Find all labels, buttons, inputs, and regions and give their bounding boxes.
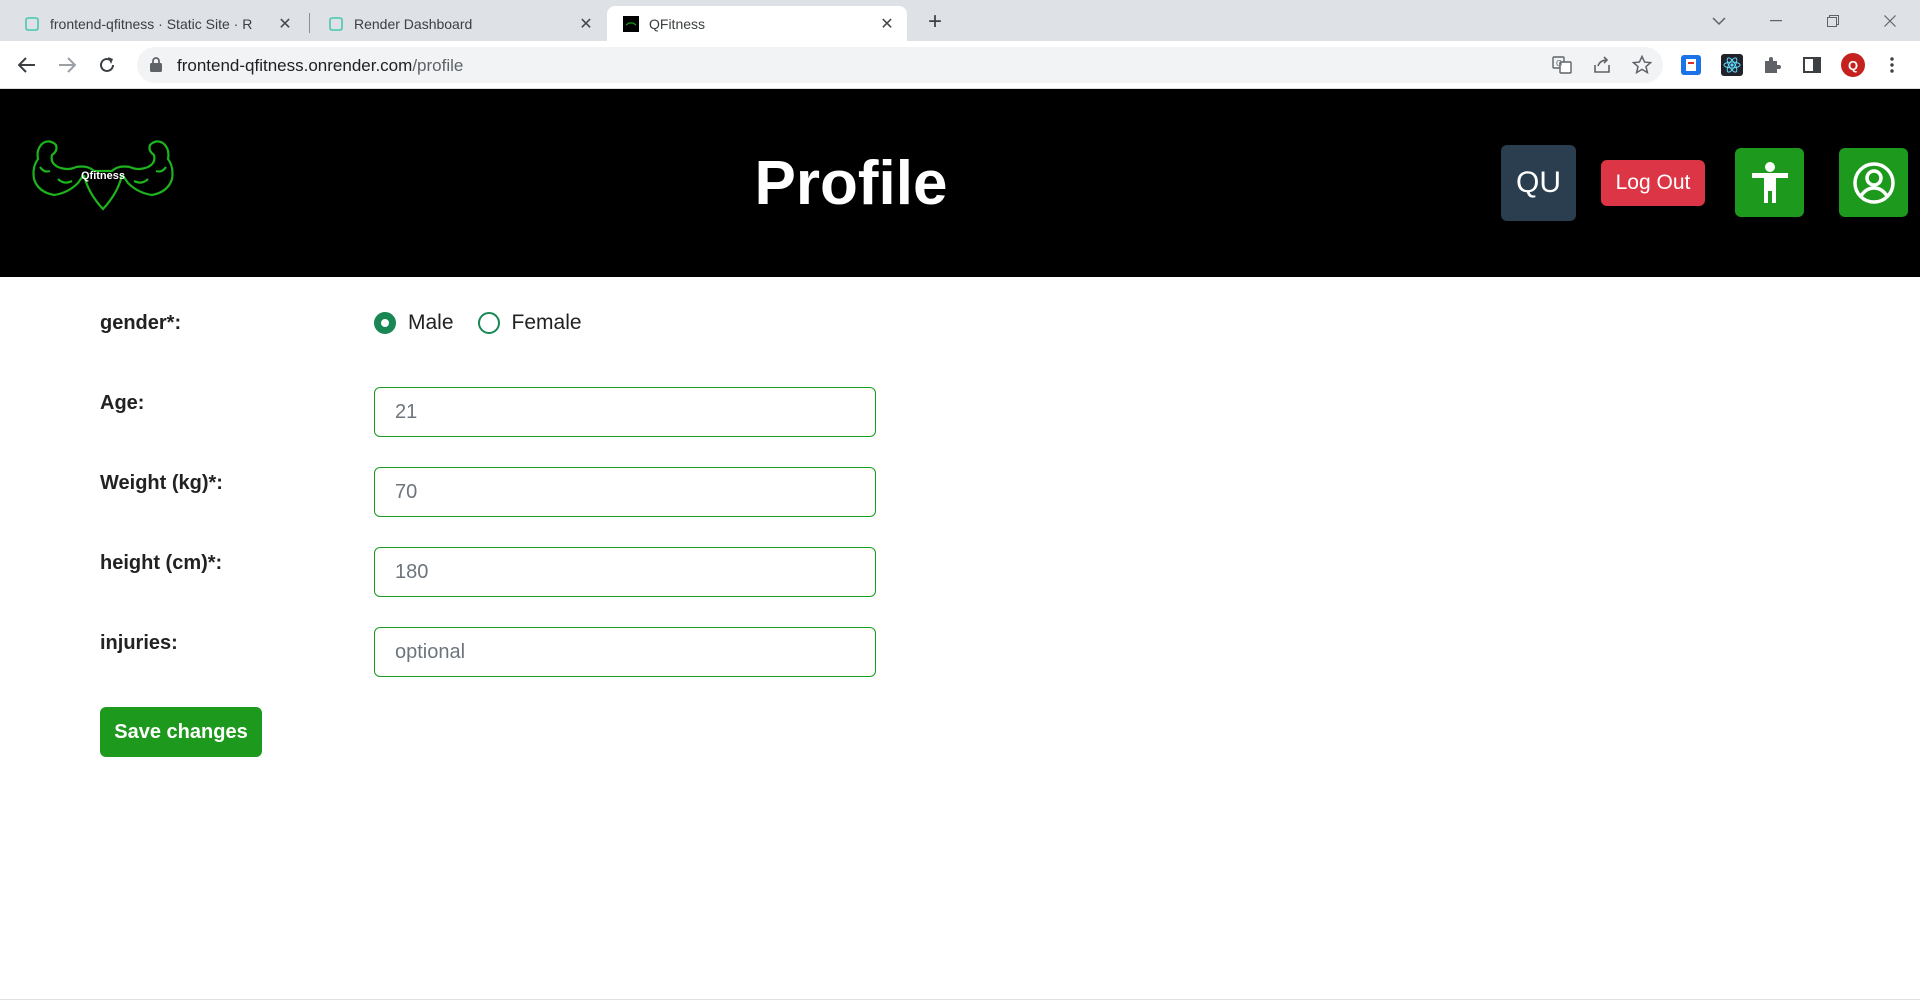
injuries-label: injuries: (100, 632, 178, 654)
address-bar[interactable]: frontend-qfitness.onrender.com/profile G (137, 47, 1663, 83)
translate-icon[interactable]: G (1551, 54, 1573, 76)
gender-radio-group: Male Female (374, 311, 606, 335)
age-label: Age: (100, 392, 145, 414)
browser-tab-static-site[interactable]: frontend-qfitness · Static Site · R ✕ (0, 6, 305, 41)
female-radio-label[interactable]: Female (512, 311, 582, 335)
close-tab-icon[interactable]: ✕ (576, 14, 596, 34)
save-changes-button[interactable]: Save changes (100, 707, 262, 757)
tab-title: QFitness (649, 15, 706, 32)
url-path: /profile (412, 56, 464, 75)
fitness-person-icon (1751, 161, 1788, 203)
gender-label: gender*: (100, 312, 182, 334)
user-initials-button[interactable]: QU (1501, 145, 1576, 221)
svg-text:G: G (1556, 59, 1562, 68)
page-divider (0, 999, 1920, 1000)
gender-option-male[interactable]: Male (374, 311, 454, 335)
female-radio[interactable] (477, 312, 500, 334)
gender-option-female[interactable]: Female (477, 311, 582, 335)
restore-button[interactable] (1805, 0, 1861, 41)
tab-title: Render Dashboard (354, 15, 473, 32)
close-window-button[interactable] (1862, 0, 1918, 41)
weight-label: Weight (kg)*: (100, 472, 223, 494)
url-text[interactable]: frontend-qfitness.onrender.com/profile (177, 56, 463, 76)
close-tab-icon[interactable]: ✕ (877, 14, 897, 34)
back-arrow-icon[interactable] (11, 49, 43, 81)
new-tab-button[interactable]: + (921, 8, 949, 36)
browser-tab-strip: frontend-qfitness · Static Site · R ✕ Re… (0, 0, 1920, 41)
male-radio[interactable] (374, 312, 396, 334)
bookmark-star-icon[interactable] (1631, 54, 1653, 76)
browser-tab-render-dashboard[interactable]: Render Dashboard ✕ (304, 6, 606, 41)
tab-search-icon[interactable] (1691, 0, 1747, 41)
share-icon[interactable] (1591, 54, 1613, 76)
tab-title: frontend-qfitness · Static Site · R (50, 15, 253, 32)
minimize-button[interactable] (1748, 0, 1804, 41)
browser-profile-avatar[interactable]: Q (1841, 53, 1865, 77)
site-header: Qfitness Profile QU Log Out (0, 89, 1920, 277)
height-input[interactable] (374, 547, 876, 597)
browser-menu-icon[interactable] (1880, 53, 1904, 77)
qfitness-favicon-icon (623, 15, 639, 32)
weight-input[interactable] (374, 467, 876, 517)
url-host: frontend-qfitness.onrender.com (177, 56, 413, 75)
age-input[interactable] (374, 387, 876, 437)
reload-icon[interactable] (91, 49, 123, 81)
side-panel-icon[interactable] (1800, 53, 1824, 77)
account-button[interactable] (1839, 148, 1908, 217)
render-favicon-icon (25, 16, 39, 31)
height-label: height (cm)*: (100, 552, 223, 574)
browser-toolbar: frontend-qfitness.onrender.com/profile G… (0, 41, 1920, 89)
injuries-input[interactable] (374, 627, 876, 677)
extension-blue-icon[interactable] (1679, 53, 1703, 77)
user-circle-icon (1852, 161, 1895, 204)
react-devtools-icon[interactable] (1720, 53, 1744, 77)
close-tab-icon[interactable]: ✕ (275, 14, 295, 34)
male-radio-label[interactable]: Male (408, 311, 454, 335)
forward-arrow-icon[interactable] (51, 49, 83, 81)
logout-button[interactable]: Log Out (1601, 160, 1705, 206)
extensions-puzzle-icon[interactable] (1760, 53, 1784, 77)
browser-tab-qfitness[interactable]: QFitness ✕ (607, 6, 907, 41)
lock-icon[interactable] (150, 57, 162, 72)
workout-button[interactable] (1735, 148, 1804, 217)
render-favicon-icon (329, 16, 343, 31)
page-title: Profile (754, 149, 948, 218)
